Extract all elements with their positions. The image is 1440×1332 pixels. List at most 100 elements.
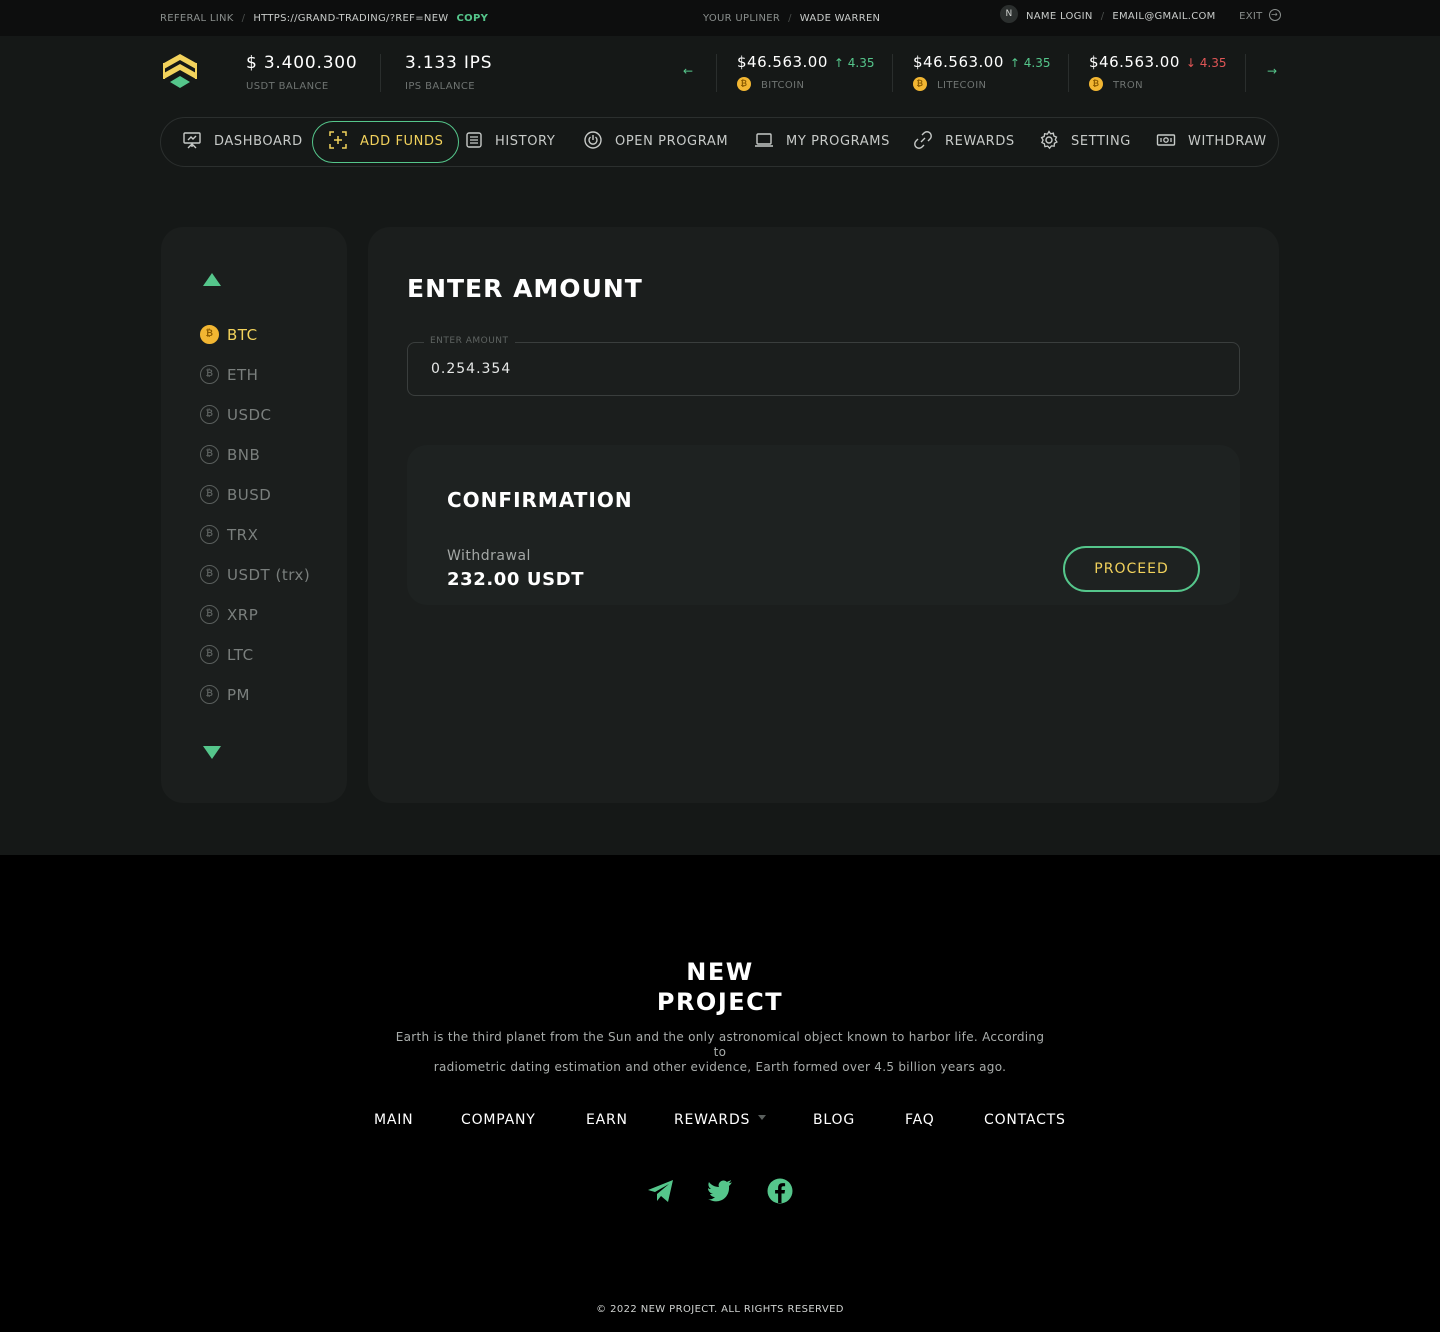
nav-open-program[interactable]: OPEN PROGRAM <box>583 118 728 166</box>
facebook-icon[interactable] <box>767 1178 793 1204</box>
coin-icon: ₿ <box>200 564 219 584</box>
ticker-price: $46.563.00 <box>1089 53 1180 71</box>
nav-my-programs[interactable]: MY PROGRAMS <box>754 118 890 166</box>
link-icon <box>914 131 932 149</box>
scroll-up-arrow-icon[interactable] <box>203 273 221 286</box>
coin-icon: ₿ <box>200 524 219 544</box>
footer: NEW PROJECT Earth is the third planet fr… <box>0 855 1440 1332</box>
coin-icon: ₿ <box>200 324 219 344</box>
exit-icon: → <box>1268 8 1281 21</box>
footer-description: Earth is the third planet from the Sun a… <box>395 1030 1045 1074</box>
coin-icon: ₿ <box>200 444 219 464</box>
ips-balance-value: 3.133 IPS <box>405 53 493 73</box>
footer-link-earn[interactable]: EARN <box>586 1112 628 1128</box>
footer-link-contacts[interactable]: CONTACTS <box>984 1112 1066 1128</box>
confirmation-card: CONFIRMATION Withdrawal 232.00 USDT PROC… <box>407 445 1240 605</box>
footer-link-rewards[interactable]: REWARDS <box>674 1112 767 1128</box>
footer-link-faq[interactable]: FAQ <box>905 1112 935 1128</box>
coin-icon: ₿ <box>200 484 219 504</box>
add-funds-panel: ENTER AMOUNT ENTER AMOUNT CONFIRMATION W… <box>368 227 1279 803</box>
ticker-bitcoin: $46.563.00 ↑ 4.35 ₿ BITCOIN <box>737 52 875 91</box>
coin-item-xrp[interactable]: ₿ XRP <box>200 604 258 624</box>
withdrawal-value: 232.00 USDT <box>447 569 585 590</box>
nav-history[interactable]: HISTORY <box>465 118 555 166</box>
ips-balance-label: IPS BALANCE <box>405 81 476 92</box>
referral-label: REFERAL LINK <box>160 13 234 24</box>
gear-icon <box>1040 130 1058 150</box>
nav-add-funds[interactable]: ADD FUNDS <box>312 121 460 163</box>
ticker-prev-arrow-icon[interactable]: ← <box>683 64 693 78</box>
main-nav: DASHBOARD ADD FUNDS HISTORY OPEN PROGRAM… <box>160 117 1279 167</box>
coin-item-pm[interactable]: ₿ PM <box>200 684 250 704</box>
laptop-icon <box>755 133 773 147</box>
usdt-balance: $ 3.400.300 USDT BALANCE <box>246 53 358 92</box>
usdt-balance-label: USDT BALANCE <box>246 81 329 92</box>
coin-item-eth[interactable]: ₿ ETH <box>200 364 258 384</box>
exit-button[interactable]: EXIT → <box>1239 8 1281 22</box>
avatar[interactable]: N <box>1000 5 1018 23</box>
ticker-coin: LITECOIN <box>937 80 987 91</box>
divider <box>716 54 717 92</box>
logo-icon[interactable] <box>162 52 198 92</box>
nav-setting[interactable]: SETTING <box>1039 118 1131 166</box>
separator: / <box>1100 11 1105 22</box>
user-section: N NAME LOGIN / EMAIL@GMAIL.COM EXIT → <box>1000 5 1281 23</box>
ips-balance: 3.133 IPS IPS BALANCE <box>405 53 492 92</box>
referral-url: HTTPS://GRAND-TRADING/?REF=NEW <box>253 13 449 24</box>
ticker-change: ↓ 4.35 <box>1185 56 1227 70</box>
upliner-label: YOUR UPLINER <box>703 13 781 24</box>
divider <box>380 54 381 92</box>
nav-dashboard[interactable]: DASHBOARD <box>182 118 303 166</box>
cash-icon <box>1156 134 1176 146</box>
ticker-tron: $46.563.00 ↓ 4.35 ₿ TRON <box>1089 52 1227 91</box>
add-square-icon <box>329 131 347 149</box>
scroll-down-arrow-icon[interactable] <box>203 746 221 759</box>
coin-item-usdt-trx[interactable]: ₿ USDT (trx) <box>200 564 310 584</box>
coin-item-bnb[interactable]: ₿ BNB <box>200 444 260 464</box>
power-icon <box>584 131 602 149</box>
footer-link-company[interactable]: COMPANY <box>461 1112 536 1128</box>
coin-item-usdc[interactable]: ₿ USDC <box>200 404 272 424</box>
ticker-coin: TRON <box>1113 80 1144 91</box>
ticker-price: $46.563.00 <box>913 53 1004 71</box>
amount-input[interactable] <box>431 361 1211 377</box>
name-login[interactable]: NAME LOGIN <box>1026 11 1093 22</box>
divider <box>1245 54 1246 92</box>
divider <box>892 54 893 92</box>
coin-icon: ₿ <box>200 604 219 624</box>
coin-icon: ₿ <box>200 364 219 384</box>
upliner-section: YOUR UPLINER / WADE WARREN <box>703 13 880 24</box>
coin-icon: ₿ <box>200 644 219 664</box>
ticker-next-arrow-icon[interactable]: → <box>1267 64 1277 78</box>
nav-withdraw[interactable]: WITHDRAW <box>1156 118 1267 166</box>
coin-item-trx[interactable]: ₿ TRX <box>200 524 258 544</box>
litecoin-icon: ₿ <box>913 77 927 91</box>
footer-link-main[interactable]: MAIN <box>374 1112 413 1128</box>
bitcoin-icon: ₿ <box>737 77 751 91</box>
proceed-button[interactable]: PROCEED <box>1063 546 1200 592</box>
confirmation-title: CONFIRMATION <box>447 488 633 512</box>
ticker-change: ↑ 4.35 <box>1009 56 1051 70</box>
user-email: EMAIL@GMAIL.COM <box>1112 11 1216 22</box>
ticker-price: $46.563.00 <box>737 53 828 71</box>
separator: / <box>241 13 246 24</box>
page-title: ENTER AMOUNT <box>407 274 643 303</box>
presentation-icon <box>183 132 201 149</box>
withdrawal-label: Withdrawal <box>447 548 531 564</box>
referral-section: REFERAL LINK / HTTPS://GRAND-TRADING/?REF=… <box>160 13 488 24</box>
amount-field: ENTER AMOUNT <box>407 336 1240 396</box>
divider <box>1068 54 1069 92</box>
nav-rewards[interactable]: REWARDS <box>913 118 1015 166</box>
footer-link-blog[interactable]: BLOG <box>813 1112 855 1128</box>
coin-item-ltc[interactable]: ₿ LTC <box>200 644 254 664</box>
copy-link-button[interactable]: COPY <box>457 13 489 24</box>
telegram-icon[interactable] <box>647 1178 675 1204</box>
coin-item-busd[interactable]: ₿ BUSD <box>200 484 271 504</box>
twitter-icon[interactable] <box>707 1178 733 1202</box>
list-icon <box>466 132 482 148</box>
ticker-litecoin: $46.563.00 ↑ 4.35 ₿ LITECOIN <box>913 52 1051 91</box>
coin-item-btc[interactable]: ₿ BTC <box>200 324 258 344</box>
coin-icon: ₿ <box>200 684 219 704</box>
coin-selector-panel: ₿ BTC ₿ ETH ₿ USDC ₿ BNB ₿ BUSD ₿ TRX ₿ USDT (t… <box>161 227 347 803</box>
ticker-coin: BITCOIN <box>761 80 805 91</box>
